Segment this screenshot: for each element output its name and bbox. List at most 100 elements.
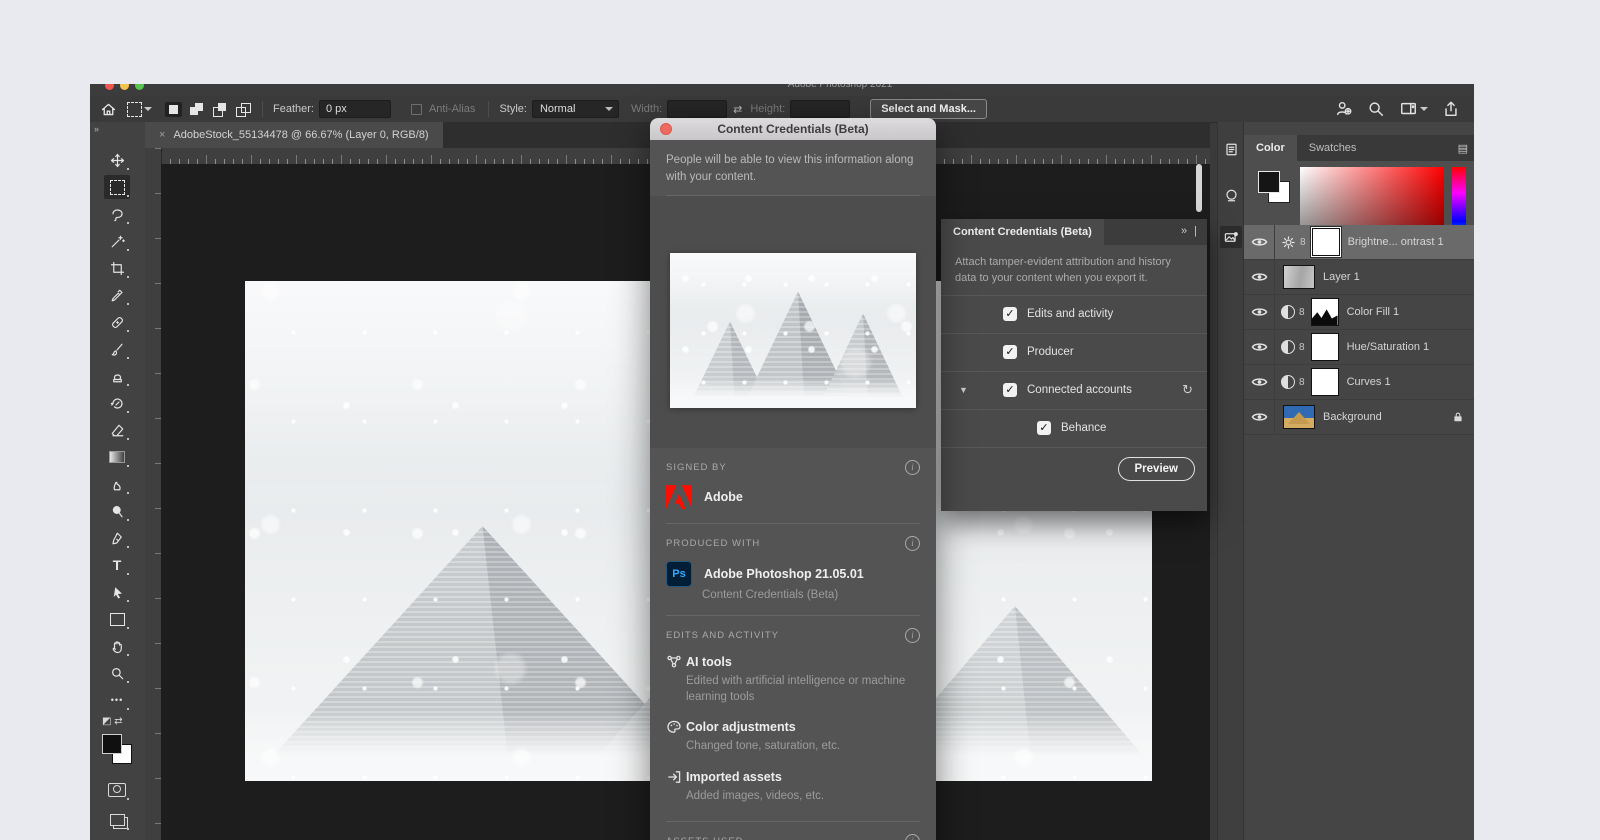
close-icon[interactable]: [660, 123, 672, 135]
move-tool[interactable]: [104, 148, 130, 172]
preview-button[interactable]: Preview: [1117, 456, 1195, 481]
hand-tool[interactable]: [104, 634, 130, 658]
style-select[interactable]: Normal: [531, 100, 619, 118]
dodge-tool[interactable]: [104, 499, 130, 523]
height-input[interactable]: [790, 100, 851, 118]
panel-menu-icon[interactable]: ▤: [1458, 142, 1468, 155]
workspace-icon[interactable]: [1399, 100, 1418, 118]
lasso-tool[interactable]: [104, 202, 130, 226]
anti-alias-checkbox[interactable]: [410, 103, 422, 115]
zoom-window-icon[interactable]: [135, 84, 144, 90]
selection-mode-add[interactable]: [188, 102, 205, 117]
info-icon[interactable]: i: [905, 628, 920, 644]
screen-mode-icon[interactable]: [104, 808, 130, 832]
swap-colors-icon[interactable]: ◩ ⇄: [102, 716, 132, 732]
canvas-scrollbar[interactable]: [1196, 164, 1202, 212]
modal-titlebar[interactable]: Content Credentials (Beta): [650, 118, 936, 140]
feather-input[interactable]: 0 px: [318, 100, 391, 118]
quick-mask-mode-icon[interactable]: [104, 778, 130, 802]
cc-option-producer[interactable]: ✓ Producer: [941, 332, 1207, 371]
collapse-panel-icon[interactable]: » |: [1181, 225, 1199, 237]
magic-wand-tool[interactable]: [104, 229, 130, 253]
cc-option-edits-activity[interactable]: ✓ Edits and activity: [941, 294, 1207, 333]
cc-option-connected-accounts[interactable]: ▼ ✓ Connected accounts ↻: [941, 370, 1207, 409]
history-brush-tool[interactable]: [104, 391, 130, 415]
color-swatch-pair[interactable]: [1258, 171, 1292, 205]
mask-link-icon[interactable]: 8: [1299, 307, 1305, 318]
comments-panel-icon[interactable]: [1220, 184, 1242, 206]
layer-name[interactable]: Color Fill 1: [1347, 306, 1400, 318]
chevron-down-icon[interactable]: [144, 107, 152, 115]
gradient-tool[interactable]: [104, 445, 130, 469]
checkbox-checked[interactable]: ✓: [1003, 345, 1017, 360]
eye-icon[interactable]: [1244, 400, 1275, 434]
selection-mode-new[interactable]: [165, 101, 182, 117]
tab-swatches[interactable]: Swatches: [1297, 135, 1369, 161]
eye-icon[interactable]: [1244, 225, 1275, 259]
layer-mask-thumbnail[interactable]: [1311, 228, 1340, 256]
crop-tool[interactable]: [104, 256, 130, 280]
type-tool[interactable]: T: [104, 553, 130, 577]
info-icon[interactable]: i: [905, 460, 920, 476]
checkbox-checked[interactable]: ✓: [1003, 383, 1017, 398]
search-icon[interactable]: [1367, 100, 1385, 118]
layer-name[interactable]: Background: [1323, 411, 1382, 423]
layer-name[interactable]: Brightne... ontrast 1: [1348, 236, 1444, 248]
layer-mask-thumbnail[interactable]: [1310, 298, 1339, 326]
chevron-down-icon[interactable]: [1420, 107, 1428, 115]
layer-row-curves[interactable]: 8 Curves 1: [1244, 365, 1474, 400]
toolbar-collapse-icon[interactable]: »: [94, 124, 99, 134]
eye-icon[interactable]: [1244, 295, 1275, 329]
share-user-icon[interactable]: [1335, 100, 1353, 118]
mask-link-icon[interactable]: 8: [1300, 237, 1306, 248]
selection-mode-intersect[interactable]: [234, 102, 251, 117]
info-icon[interactable]: i: [905, 536, 920, 552]
clone-stamp-tool[interactable]: [104, 364, 130, 388]
export-icon[interactable]: [1442, 100, 1460, 118]
edit-toolbar-ellipsis[interactable]: •••: [104, 688, 130, 712]
layer-name[interactable]: Layer 1: [1323, 271, 1360, 283]
close-window-icon[interactable]: [105, 84, 114, 90]
checkbox-checked[interactable]: ✓: [1037, 421, 1051, 436]
eye-icon[interactable]: [1244, 260, 1275, 294]
swap-arrows-icon[interactable]: ⇄: [733, 103, 742, 116]
selection-mode-subtract[interactable]: [211, 102, 228, 117]
home-icon[interactable]: [100, 101, 117, 118]
layer-row-color-fill[interactable]: 8 Color Fill 1: [1244, 295, 1474, 330]
layer-name[interactable]: Hue/Saturation 1: [1347, 341, 1430, 353]
eye-icon[interactable]: [1244, 365, 1275, 399]
width-input[interactable]: [667, 100, 728, 118]
refresh-icon[interactable]: ↻: [1182, 382, 1193, 398]
minimize-window-icon[interactable]: [120, 84, 129, 90]
info-icon[interactable]: i: [905, 834, 920, 840]
layer-row-hue-saturation[interactable]: 8 Hue/Saturation 1: [1244, 330, 1474, 365]
tab-color[interactable]: Color: [1244, 135, 1297, 161]
mask-link-icon[interactable]: 8: [1299, 342, 1305, 353]
cc-panel-tab[interactable]: Content Credentials (Beta): [941, 219, 1104, 245]
rectangular-marquee-tool[interactable]: [104, 175, 130, 199]
smudge-tool[interactable]: [104, 472, 130, 496]
content-credentials-panel-icon[interactable]: [1220, 226, 1242, 248]
layer-name[interactable]: Curves 1: [1347, 376, 1391, 388]
pen-tool[interactable]: [104, 526, 130, 550]
zoom-tool[interactable]: [104, 661, 130, 685]
document-tab[interactable]: × AdobeStock_55134478 @ 66.67% (Layer 0,…: [145, 122, 443, 148]
layer-mask-thumbnail[interactable]: [1310, 333, 1339, 361]
marquee-tool-preset-icon[interactable]: [127, 101, 142, 117]
path-selection-tool[interactable]: [104, 580, 130, 604]
chevron-down-icon[interactable]: ▼: [959, 385, 968, 395]
eye-icon[interactable]: [1244, 330, 1275, 364]
layer-mask-thumbnail[interactable]: [1310, 368, 1339, 396]
layer-row-background[interactable]: Background: [1244, 400, 1474, 435]
rectangle-tool[interactable]: [104, 607, 130, 631]
mask-link-icon[interactable]: 8: [1299, 377, 1305, 388]
foreground-background-swatches[interactable]: [102, 734, 134, 766]
brush-tool[interactable]: [104, 337, 130, 361]
layer-row-layer1[interactable]: Layer 1: [1244, 260, 1474, 295]
eraser-tool[interactable]: [104, 418, 130, 442]
foreground-color-swatch[interactable]: [102, 734, 122, 754]
layer-thumbnail[interactable]: [1283, 405, 1315, 429]
eyedropper-tool[interactable]: [104, 283, 130, 307]
close-tab-icon[interactable]: ×: [159, 129, 165, 141]
spot-healing-brush-tool[interactable]: [104, 310, 130, 334]
